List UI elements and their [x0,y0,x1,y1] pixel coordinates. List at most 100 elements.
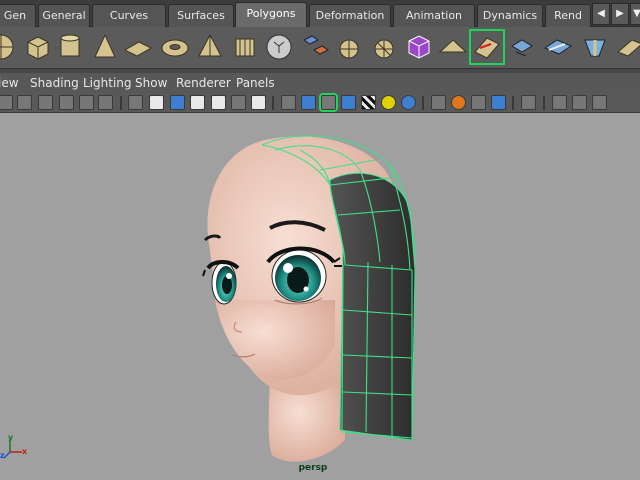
shelf-menu-button[interactable]: ▼ [630,3,640,25]
smooth-icon [374,39,394,59]
tab-curves[interactable]: Curves [92,4,166,27]
tab-general[interactable]: General [38,4,90,27]
textured-shaded-icon[interactable] [341,95,356,110]
cube-icon [27,36,49,60]
combine-icon [303,35,329,55]
shaded-icon[interactable] [301,95,316,110]
combine-button[interactable] [298,30,332,64]
tab-label: Animation [405,9,463,22]
wireframe-on-shaded-icon[interactable] [319,93,338,112]
separate-button[interactable] [332,30,366,64]
camera-attributes-icon[interactable] [17,95,32,110]
menu-lighting[interactable]: Lighting [83,76,132,90]
panel-toolbar [0,93,640,113]
poly-pipe-button[interactable] [228,30,262,64]
chevron-left-icon: ◀ [597,8,605,19]
toolbar-divider [120,96,122,110]
toolbar-divider [422,96,424,110]
bookmark-icon[interactable] [38,95,53,110]
film-gate-icon[interactable] [592,95,607,110]
tab-polygons[interactable]: Polygons [235,2,307,27]
poly-cube-button[interactable] [20,30,54,64]
perspective-viewport[interactable]: y x z persp [0,113,640,480]
polygons-shelf [0,27,640,69]
tab-label: Surfaces [177,9,225,22]
image-plane-icon[interactable] [59,95,74,110]
tab-label: Deformation [315,9,385,22]
toolbar-divider [272,96,274,110]
xray-active-icon[interactable] [572,95,587,110]
merge-button[interactable] [506,30,540,64]
bevel-icon [438,39,468,53]
bevel-button[interactable] [436,30,470,64]
tab-animation[interactable]: Animation [393,4,475,27]
tab-label: General [42,9,86,22]
smooth-button[interactable] [367,30,401,64]
axis-x-label: x [22,447,28,456]
select-camera-icon[interactable] [0,95,13,110]
tab-label: Dynamics [482,9,538,22]
tab-label: Rend [554,9,582,22]
cut-faces-button[interactable] [541,30,575,64]
poly-cylinder-button[interactable] [53,30,87,64]
shelf-scroll-right-button[interactable]: ▶ [611,3,629,25]
tab-deformation[interactable]: Deformation [309,4,391,27]
reverse-button[interactable] [578,30,612,64]
split-polygon-button[interactable] [469,29,505,65]
tab-surfaces[interactable]: Surfaces [168,4,234,27]
menu-show[interactable]: Show [135,76,167,90]
xray-icon[interactable] [471,95,486,110]
tab-label: Curves [109,9,149,22]
left-eye [202,260,240,305]
menu-panels[interactable]: Panels [236,76,275,90]
poly-soccer-ball-button[interactable] [262,30,296,64]
poly-plane-button[interactable] [121,30,155,64]
wireframe-icon[interactable] [128,95,143,110]
default-light-icon[interactable] [381,95,396,110]
tab-label: Polygons [246,7,296,20]
text-icon[interactable] [251,95,266,110]
soccer-ball-icon [266,34,292,60]
ambient-occlusion-icon[interactable] [491,95,506,110]
torus-icon [161,39,189,57]
extrude-button[interactable] [402,30,436,64]
shadows-icon[interactable] [431,95,446,110]
xray-joints-icon[interactable] [552,95,567,110]
all-lights-icon[interactable] [401,95,416,110]
wireframe-shaded-icon[interactable] [281,95,296,110]
poly-prism-button[interactable] [193,30,227,64]
mirror-button[interactable] [612,30,640,64]
flat-shade-icon[interactable] [190,95,205,110]
menu-view[interactable]: iew [0,76,19,90]
panel-menu-bar: iew Shading Lighting Show Renderer Panel… [0,73,640,93]
checker-texture-icon[interactable] [361,95,376,110]
chevron-right-icon: ▶ [616,8,624,19]
tab-dynamics[interactable]: Dynamics [477,4,543,27]
textured-icon[interactable] [231,95,246,110]
high-quality-icon[interactable] [451,95,466,110]
grease-pencil-icon[interactable] [98,95,113,110]
menu-renderer[interactable]: Renderer [176,76,231,90]
mirror-icon [617,39,640,57]
merge-icon [511,39,533,57]
reverse-icon [584,39,606,57]
camera-name-label: persp [298,463,328,473]
cone-icon [94,33,116,58]
tab-label: Gen [3,9,27,22]
toolbar-divider [512,96,514,110]
cylinder-icon [60,34,80,57]
poly-sphere-button[interactable] [0,30,18,64]
isolate-select-icon[interactable] [521,95,536,110]
camera-lock-icon[interactable] [79,95,94,110]
tab-rendering[interactable]: Rend [545,4,591,27]
poly-cone-button[interactable] [88,30,122,64]
split-polygon-icon [474,37,500,59]
shelf-tab-bar: Gen General Curves Surfaces Polygons Def… [0,0,640,27]
tab-gen[interactable]: Gen [0,4,36,27]
bounding-box-icon[interactable] [211,95,226,110]
grid-icon[interactable] [149,95,164,110]
shelf-scroll-left-button[interactable]: ◀ [592,3,610,25]
menu-shading[interactable]: Shading [30,76,79,90]
poly-torus-button[interactable] [158,30,192,64]
smooth-shade-icon[interactable] [170,95,185,110]
